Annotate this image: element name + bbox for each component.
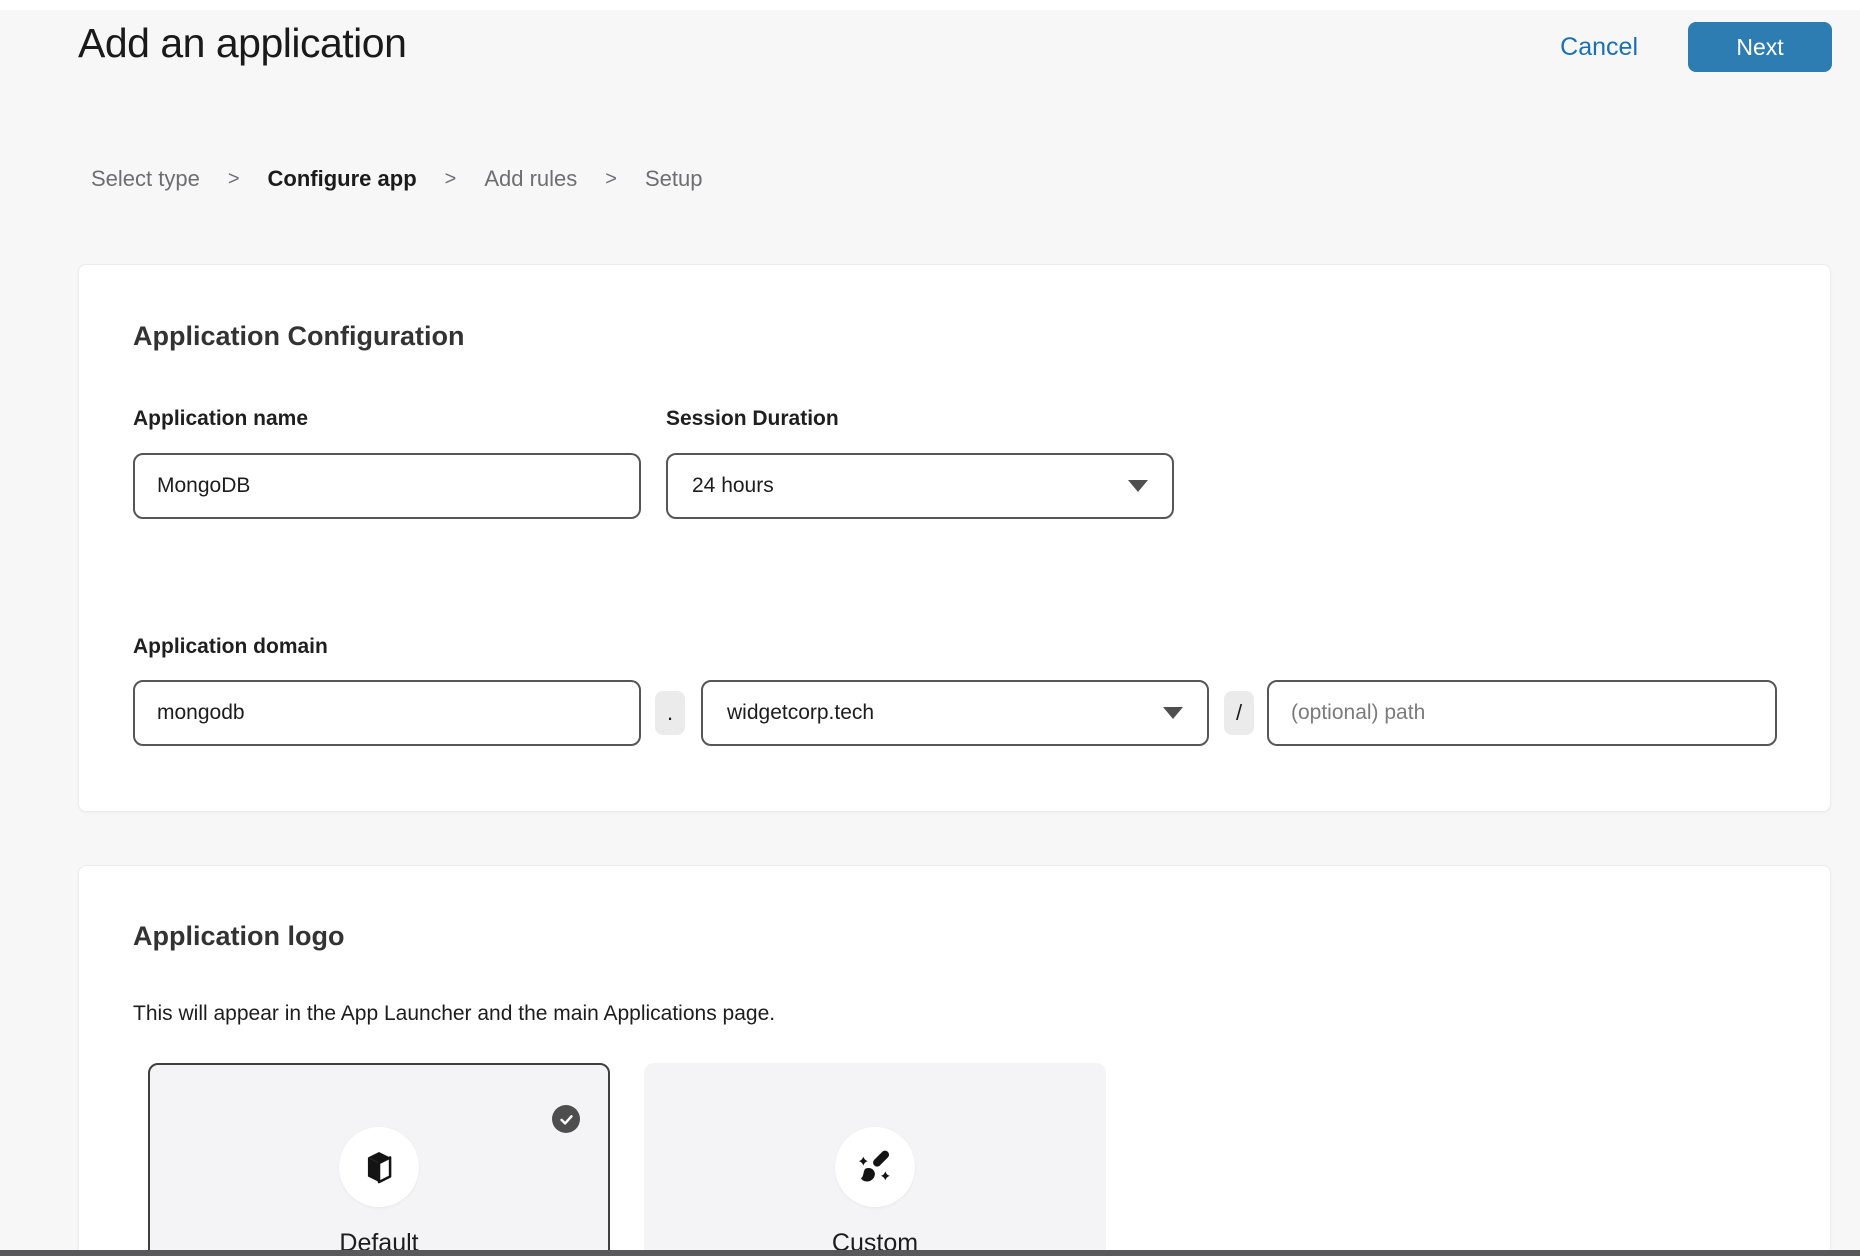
logo-heading: Application logo bbox=[133, 921, 344, 952]
subdomain-input[interactable] bbox=[133, 680, 641, 746]
paintbrush-icon bbox=[855, 1147, 895, 1187]
chevron-down-icon bbox=[1163, 707, 1183, 719]
application-configuration-card: Application Configuration Application na… bbox=[78, 264, 1831, 812]
application-logo-card: Application logo This will appear in the… bbox=[78, 865, 1831, 1256]
chevron-down-icon bbox=[1128, 480, 1148, 492]
application-domain-label: Application domain bbox=[133, 635, 328, 659]
breadcrumb: Select type > Configure app > Add rules … bbox=[91, 166, 702, 192]
page-title: Add an application bbox=[78, 20, 406, 67]
cube-icon bbox=[360, 1148, 398, 1186]
logo-option-default[interactable]: Default bbox=[148, 1063, 610, 1256]
logo-options: Default Custom bbox=[148, 1063, 1106, 1256]
default-logo-circle bbox=[339, 1127, 419, 1207]
custom-logo-circle bbox=[835, 1127, 915, 1207]
window-bottom-edge bbox=[0, 1250, 1860, 1256]
session-duration-value: 24 hours bbox=[692, 474, 774, 498]
breadcrumb-separator: > bbox=[228, 168, 240, 191]
application-name-label: Application name bbox=[133, 407, 308, 431]
logo-description: This will appear in the App Launcher and… bbox=[133, 1002, 775, 1026]
path-input[interactable] bbox=[1267, 680, 1777, 746]
check-icon bbox=[552, 1105, 580, 1133]
window-top-edge bbox=[0, 0, 1860, 10]
cancel-button[interactable]: Cancel bbox=[1560, 33, 1638, 62]
application-name-input[interactable] bbox=[133, 453, 641, 519]
session-duration-label: Session Duration bbox=[666, 407, 839, 431]
session-duration-select[interactable]: 24 hours bbox=[666, 453, 1174, 519]
configuration-heading: Application Configuration bbox=[133, 321, 464, 352]
dot-separator: . bbox=[655, 691, 685, 735]
next-button[interactable]: Next bbox=[1688, 22, 1832, 72]
breadcrumb-step-configure-app[interactable]: Configure app bbox=[268, 166, 417, 192]
breadcrumb-step-setup[interactable]: Setup bbox=[645, 166, 703, 192]
domain-select-value: widgetcorp.tech bbox=[727, 701, 874, 725]
logo-option-custom[interactable]: Custom bbox=[644, 1063, 1106, 1256]
breadcrumb-separator: > bbox=[445, 168, 457, 191]
page: Add an application Cancel Next Select ty… bbox=[0, 0, 1860, 1256]
breadcrumb-step-add-rules[interactable]: Add rules bbox=[484, 166, 577, 192]
slash-separator: / bbox=[1224, 691, 1254, 735]
breadcrumb-step-select-type[interactable]: Select type bbox=[91, 166, 200, 192]
breadcrumb-separator: > bbox=[605, 168, 617, 191]
domain-select[interactable]: widgetcorp.tech bbox=[701, 680, 1209, 746]
